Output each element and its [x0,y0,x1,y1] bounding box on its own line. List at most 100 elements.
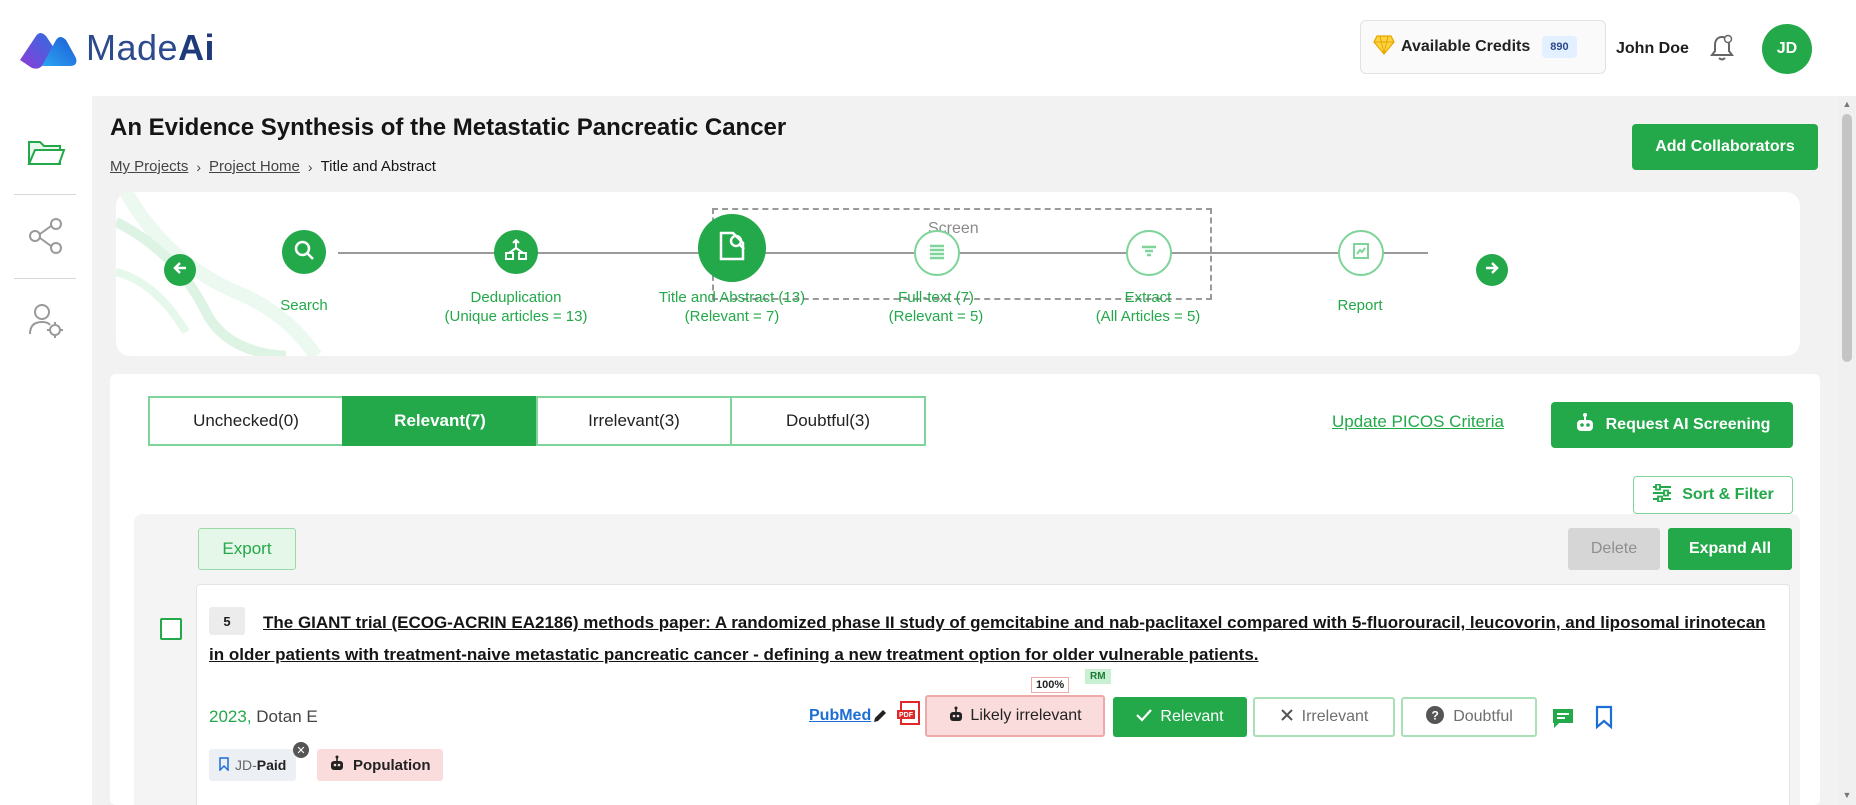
workflow-stepper: Screen Search Deduplication (Unique arti… [116,192,1800,356]
tag-user: JD- [235,757,257,773]
scroll-down-icon[interactable]: ▼ [1842,790,1852,800]
article-author: Dotan E [256,707,318,726]
filter-icon [1139,241,1159,266]
step-full-text[interactable] [914,230,960,276]
export-button[interactable]: Export [198,528,296,570]
add-collaborators-button[interactable]: Add Collaborators [1632,124,1818,170]
bell-icon[interactable] [1710,34,1734,67]
stepper-prev-button[interactable] [164,254,196,286]
pubmed-link[interactable]: PubMed [809,707,871,725]
request-ai-screening-button[interactable]: Request AI Screening [1551,402,1793,448]
page-title: An Evidence Synthesis of the Metastatic … [110,114,787,141]
folder-icon [26,134,66,175]
sidebar-divider [14,278,76,279]
article-title[interactable]: The GIANT trial (ECOG-ACRIN EA2186) meth… [209,607,1769,671]
scrollbar-thumb[interactable] [1842,114,1852,362]
robot-icon [948,706,964,727]
page-scrollbar[interactable]: ▲ ▼ [1838,96,1856,805]
chevron-right-icon: › [307,158,313,175]
user-settings-icon [26,300,66,345]
mark-irrelevant-button[interactable]: Irrelevant [1253,697,1395,737]
screening-panel: Unchecked(0) Relevant(7) Irrelevant(3) D… [110,374,1820,805]
sliders-icon [1652,483,1672,507]
sidebar-item-share[interactable] [18,210,74,266]
sort-filter-label: Sort & Filter [1682,486,1774,503]
logo-text-bold: Ai [178,27,216,68]
pdf-icon[interactable]: PDF [897,701,921,732]
tab-irrelevant[interactable]: Irrelevant(3) [536,396,732,446]
article-number: 5 [209,607,245,635]
ai-prediction-badge[interactable]: Likely irrelevant [925,695,1105,737]
stepper-next-button[interactable] [1476,254,1508,286]
credits-label: Available Credits [1401,38,1531,55]
check-icon [1136,708,1153,727]
relevant-label: Relevant [1160,708,1224,725]
remove-tag-icon[interactable]: ✕ [293,742,309,758]
top-bar: MadeAi Available Credits 890 John Doe JD [0,0,1856,96]
pencil-icon[interactable] [871,707,889,730]
breadcrumb-project-home[interactable]: Project Home [209,158,300,175]
step-full-text-title: Full-text (7) [898,289,974,306]
step-full-text-sub: (Relevant = 5) [888,308,984,325]
dedup-icon [505,238,527,266]
step-deduplication[interactable] [494,230,538,274]
mark-doubtful-button[interactable]: ? Doubtful [1401,697,1537,737]
doubtful-label: Doubtful [1453,708,1513,725]
arrow-left-icon [171,259,189,282]
user-name[interactable]: John Doe [1616,40,1689,58]
step-search-title: Search [280,297,328,314]
step-extract[interactable] [1126,230,1172,276]
ai-prediction-label: Likely irrelevant [970,707,1082,724]
step-extract-label: Extract (All Articles = 5) [1028,288,1268,326]
expand-all-button[interactable]: Expand All [1668,528,1792,570]
logo-mark-icon [18,26,78,70]
tab-unchecked[interactable]: Unchecked(0) [148,396,344,446]
step-report[interactable] [1338,230,1384,276]
list-icon [927,241,947,266]
sidebar-divider [14,194,76,195]
decorative-swirl [116,192,322,356]
search-icon [293,239,315,266]
update-picos-link[interactable]: Update PICOS Criteria [1332,412,1504,432]
article-year: 2023, [209,707,252,726]
logo[interactable]: MadeAi [18,26,215,70]
step-extract-sub: (All Articles = 5) [1095,308,1201,325]
main-content: An Evidence Synthesis of the Metastatic … [92,96,1838,805]
step-deduplication-label: Deduplication (Unique articles = 13) [396,288,636,326]
article-checkbox[interactable] [160,618,182,640]
delete-button[interactable]: Delete [1568,528,1660,570]
scroll-up-icon[interactable]: ▲ [1842,99,1852,109]
population-tag[interactable]: Population [317,749,443,781]
bookmark-small-icon [219,756,229,774]
breadcrumb-my-projects[interactable]: My Projects [110,158,188,175]
step-search[interactable] [282,230,326,274]
tab-relevant[interactable]: Relevant(7) [342,396,538,446]
avatar[interactable]: JD [1762,24,1812,74]
step-title-abstract[interactable] [698,214,766,282]
sort-filter-button[interactable]: Sort & Filter [1633,476,1793,514]
report-icon [1351,241,1371,266]
step-report-label: Report [1240,296,1480,315]
step-search-label: Search [184,296,424,315]
comment-icon[interactable] [1551,707,1575,734]
article-meta: 2023, Dotan E [209,707,318,727]
paid-tag[interactable]: JD-Paid [209,749,297,781]
sidebar-item-user-settings[interactable] [18,294,74,350]
svg-text:?: ? [1432,708,1439,722]
close-icon [1280,708,1294,727]
mark-relevant-button[interactable]: Relevant [1113,697,1247,737]
population-label: Population [353,756,431,774]
step-full-text-label: Full-text (7) (Relevant = 5) [816,288,1056,326]
tab-doubtful[interactable]: Doubtful(3) [730,396,926,446]
sidebar [0,96,92,805]
reviewer-badge: RM [1085,669,1111,684]
bookmark-icon[interactable] [1595,705,1613,734]
credits-box[interactable]: Available Credits 890 [1360,20,1606,74]
irrelevant-label: Irrelevant [1301,708,1369,725]
diamond-icon [1373,34,1395,60]
step-deduplication-sub: (Unique articles = 13) [444,308,588,325]
tag-kind: Paid [256,757,287,773]
sidebar-item-projects[interactable] [18,126,74,182]
breadcrumb: My Projects › Project Home › Title and A… [110,158,436,175]
svg-text:PDF: PDF [899,712,914,719]
